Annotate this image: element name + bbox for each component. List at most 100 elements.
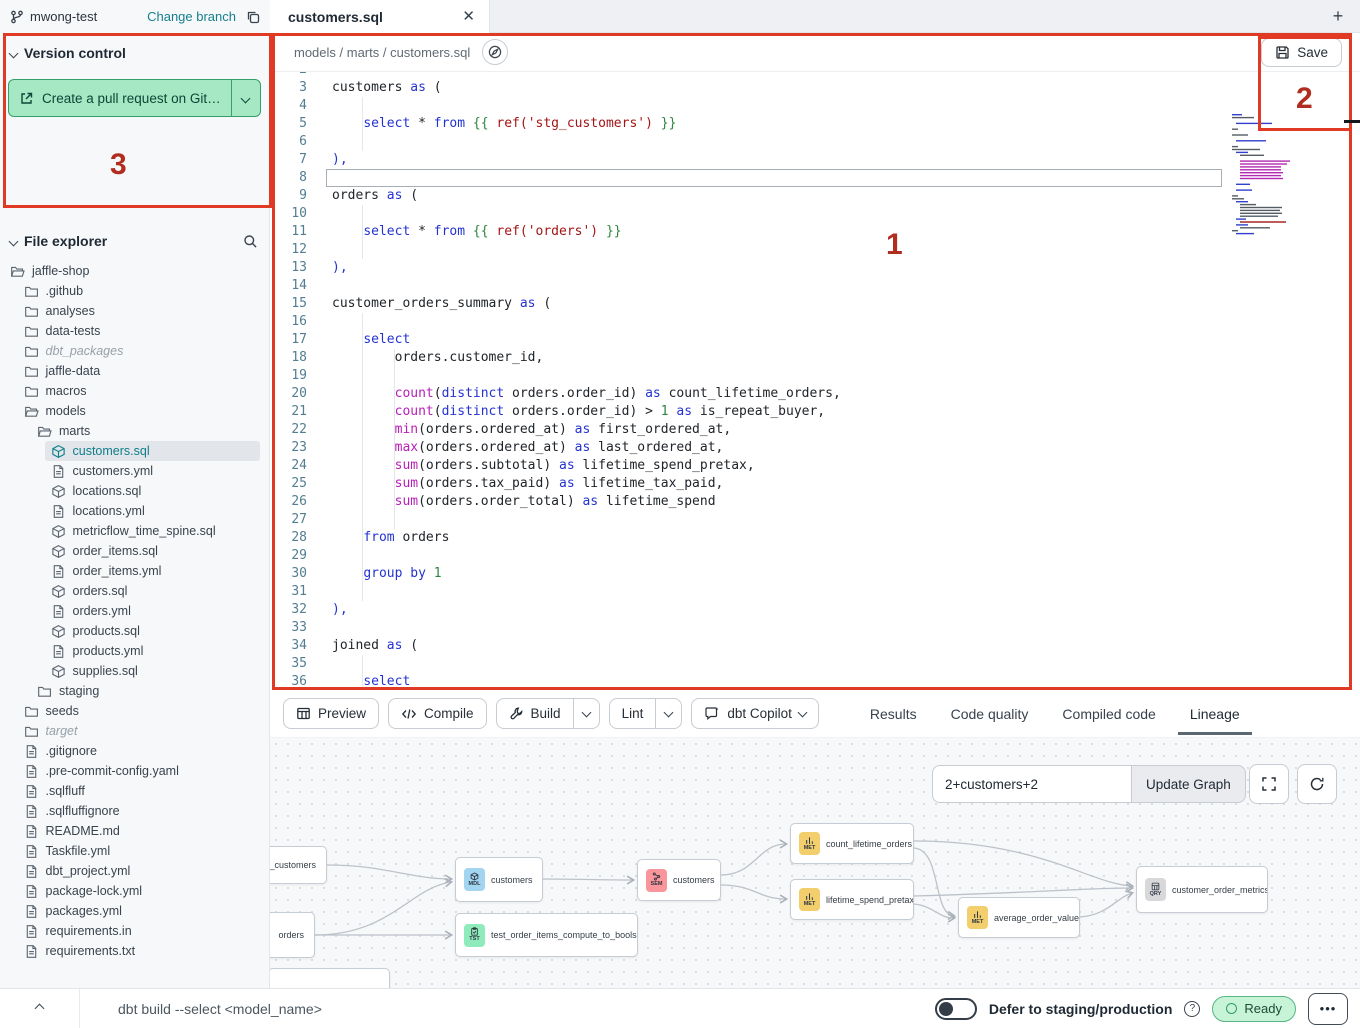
lineage-node-customers[interactable]: MDLcustomers <box>455 857 543 902</box>
version-control-header[interactable]: Version control <box>0 33 269 69</box>
code-line-5[interactable]: 5 select * from {{ ref('stg_customers') … <box>270 115 1360 133</box>
tree-item-README.md[interactable]: README.md <box>0 821 270 841</box>
code-line-10[interactable]: 10 <box>270 205 1360 223</box>
code-line-31[interactable]: 31 <box>270 583 1360 601</box>
lint-button[interactable]: Lint <box>609 698 683 729</box>
code-line-26[interactable]: 26 sum(orders.order_total) as lifetime_s… <box>270 493 1360 511</box>
more-options-button[interactable]: ••• <box>1308 993 1348 1025</box>
lint-button-main[interactable]: Lint <box>610 699 656 728</box>
build-button-main[interactable]: Build <box>497 699 573 728</box>
tab-customers-sql[interactable]: customers.sql ✕ <box>270 0 490 33</box>
build-caret[interactable] <box>573 699 599 728</box>
tree-item-order-items.yml[interactable]: order_items.yml <box>0 561 270 581</box>
update-graph-button[interactable]: Update Graph <box>1131 765 1246 803</box>
lineage-node-customer_order_metrics[interactable]: QRYcustomer_order_metrics <box>1136 866 1268 913</box>
expand-command-bar[interactable] <box>0 989 80 1028</box>
tree-item-staging[interactable]: staging <box>0 681 270 701</box>
tree-item-requirements.txt[interactable]: requirements.txt <box>0 941 270 961</box>
code-line-2[interactable]: 2 <box>270 72 1360 79</box>
tree-item-products.yml[interactable]: products.yml <box>0 641 270 661</box>
docs-compass-icon[interactable] <box>482 39 508 65</box>
tree-item-orders.yml[interactable]: orders.yml <box>0 601 270 621</box>
tree-item-locations.sql[interactable]: locations.sql <box>0 481 270 501</box>
tree-item-analyses[interactable]: analyses <box>0 301 270 321</box>
panel-tab-compiled-code[interactable]: Compiled code <box>1062 690 1155 737</box>
code-line-9[interactable]: 9orders as ( <box>270 187 1360 205</box>
tree-item-data-tests[interactable]: data-tests <box>0 321 270 341</box>
create-pull-request-button[interactable]: Create a pull request on Git… <box>8 79 261 117</box>
tree-item-locations.yml[interactable]: locations.yml <box>0 501 270 521</box>
code-line-35[interactable]: 35 <box>270 655 1360 673</box>
lint-caret[interactable] <box>655 699 681 728</box>
code-line-32[interactable]: 32), <box>270 601 1360 619</box>
defer-toggle[interactable] <box>935 998 977 1020</box>
lineage-node-stg_customers[interactable]: stg_customers <box>270 846 327 884</box>
code-line-25[interactable]: 25 sum(orders.tax_paid) as lifetime_tax_… <box>270 475 1360 493</box>
code-line-20[interactable]: 20 count(distinct orders.order_id) as co… <box>270 385 1360 403</box>
code-line-18[interactable]: 18 orders.customer_id, <box>270 349 1360 367</box>
tree-item-order-items.sql[interactable]: order_items.sql <box>0 541 270 561</box>
tree-item-products.sql[interactable]: products.sql <box>0 621 270 641</box>
build-button[interactable]: Build <box>496 698 600 729</box>
search-icon[interactable] <box>243 234 258 249</box>
tree-item-metricflow-time-spine.sql[interactable]: metricflow_time_spine.sql <box>0 521 270 541</box>
tree-item-orders.sql[interactable]: orders.sql <box>0 581 270 601</box>
code-line-33[interactable]: 33 <box>270 619 1360 637</box>
code-line-21[interactable]: 21 count(distinct orders.order_id) > 1 a… <box>270 403 1360 421</box>
new-tab-icon[interactable]: + <box>1328 6 1348 26</box>
change-branch-link[interactable]: Change branch <box>147 9 236 24</box>
compile-button[interactable]: Compile <box>388 698 487 729</box>
tree-item-.sqlfluffignore[interactable]: .sqlfluffignore <box>0 801 270 821</box>
code-line-15[interactable]: 15customer_orders_summary as ( <box>270 295 1360 313</box>
code-line-8[interactable]: 8 <box>270 169 1360 187</box>
lineage-node-test_order_items_compute_to_bools[interactable]: TSTtest_order_items_compute_to_bools… <box>455 913 638 957</box>
lineage-node-count_lifetime_orders[interactable]: METcount_lifetime_orders <box>790 823 914 864</box>
tree-item-.github[interactable]: .github <box>0 281 270 301</box>
code-line-6[interactable]: 6 <box>270 133 1360 151</box>
tree-item-customers.yml[interactable]: customers.yml <box>0 461 270 481</box>
preview-button[interactable]: Preview <box>283 698 379 729</box>
minimap[interactable] <box>1232 112 1320 242</box>
copy-icon[interactable] <box>246 10 260 24</box>
code-line-27[interactable]: 27 <box>270 511 1360 529</box>
pr-button-main[interactable]: Create a pull request on Git… <box>9 80 231 116</box>
code-line-7[interactable]: 7), <box>270 151 1360 169</box>
code-line-11[interactable]: 11 select * from {{ ref('orders') }} <box>270 223 1360 241</box>
tree-item-customers.sql[interactable]: customers.sql <box>0 441 270 461</box>
lineage-node-orders[interactable]: orders <box>270 912 315 958</box>
tree-item-supplies.sql[interactable]: supplies.sql <box>0 661 270 681</box>
tree-item-jaffle-data[interactable]: jaffle-data <box>0 361 270 381</box>
lineage-node-lifetime_spend_pretax[interactable]: METlifetime_spend_pretax <box>790 879 914 920</box>
fullscreen-button[interactable] <box>1249 764 1289 804</box>
panel-tab-lineage[interactable]: Lineage <box>1190 690 1240 737</box>
code-line-13[interactable]: 13), <box>270 259 1360 277</box>
tree-item-dbt-project.yml[interactable]: dbt_project.yml <box>0 861 270 881</box>
help-icon[interactable]: ? <box>1184 1001 1200 1017</box>
lineage-node-clipped[interactable] <box>270 968 390 988</box>
tree-item-models[interactable]: models <box>0 401 270 421</box>
pr-button-caret[interactable] <box>231 80 260 116</box>
code-line-22[interactable]: 22 min(orders.ordered_at) as first_order… <box>270 421 1360 439</box>
code-line-28[interactable]: 28 from orders <box>270 529 1360 547</box>
save-button[interactable]: Save <box>1261 38 1342 67</box>
tree-item-requirements.in[interactable]: requirements.in <box>0 921 270 941</box>
panel-tab-results[interactable]: Results <box>870 690 917 737</box>
code-line-24[interactable]: 24 sum(orders.subtotal) as lifetime_spen… <box>270 457 1360 475</box>
tree-item-Taskfile.yml[interactable]: Taskfile.yml <box>0 841 270 861</box>
tree-item-.pre-commit-config.yaml[interactable]: .pre-commit-config.yaml <box>0 761 270 781</box>
code-line-19[interactable]: 19 <box>270 367 1360 385</box>
tree-item-dbt-packages[interactable]: dbt_packages <box>0 341 270 361</box>
tree-item-seeds[interactable]: seeds <box>0 701 270 721</box>
tree-item-jaffle-shop[interactable]: jaffle-shop <box>0 261 270 281</box>
lineage-node-average_order_value[interactable]: METaverage_order_value <box>958 897 1080 938</box>
panel-tab-code-quality[interactable]: Code quality <box>951 690 1029 737</box>
tree-item-.gitignore[interactable]: .gitignore <box>0 741 270 761</box>
tree-item-marts[interactable]: marts <box>0 421 270 441</box>
code-line-3[interactable]: 3customers as ( <box>270 79 1360 97</box>
code-line-29[interactable]: 29 <box>270 547 1360 565</box>
code-line-12[interactable]: 12 <box>270 241 1360 259</box>
file-explorer-header[interactable]: File explorer <box>0 221 270 257</box>
code-line-16[interactable]: 16 <box>270 313 1360 331</box>
code-editor[interactable]: 23customers as (45 select * from {{ ref(… <box>270 72 1360 690</box>
code-line-23[interactable]: 23 max(orders.ordered_at) as last_ordere… <box>270 439 1360 457</box>
